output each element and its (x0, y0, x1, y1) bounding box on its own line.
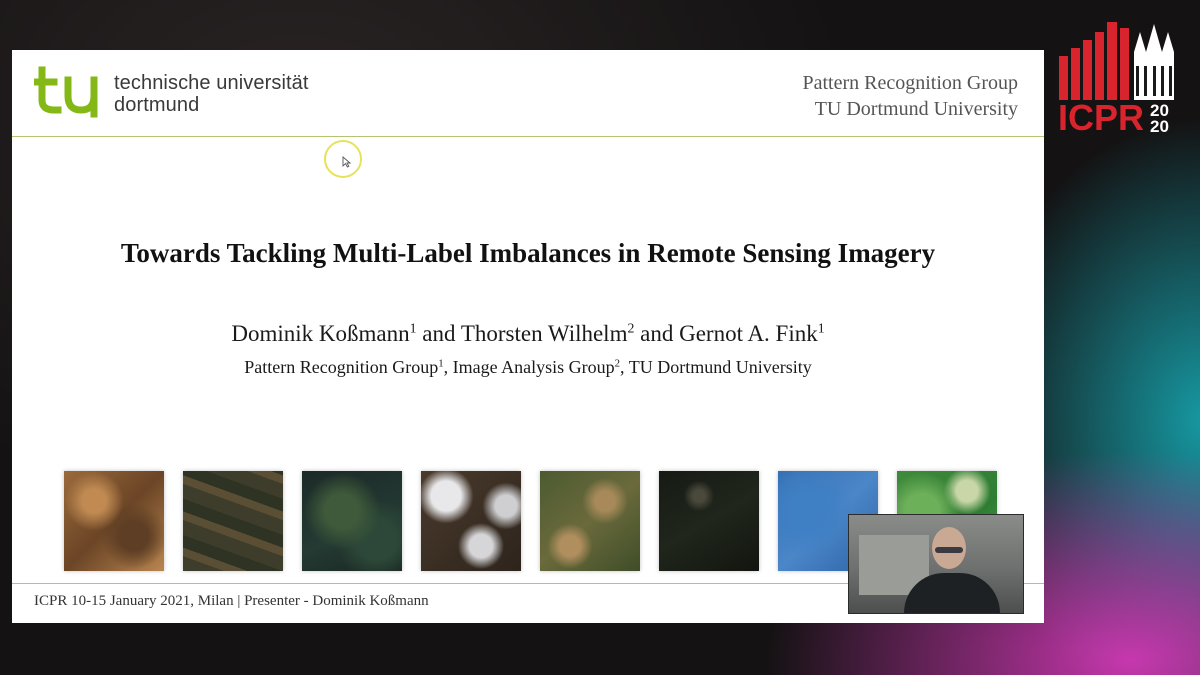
author-separator: and (416, 321, 461, 346)
author-separator: and (634, 321, 680, 346)
icpr-logo-text: ICPR (1058, 97, 1144, 136)
mouse-pointer-icon (342, 156, 351, 168)
author-affiliation-mark: 1 (817, 320, 825, 336)
affiliation-separator: , (620, 357, 629, 377)
satellite-image (64, 471, 164, 571)
satellite-image (302, 471, 402, 571)
author-name: Thorsten Wilhelm (460, 321, 628, 346)
header-divider (12, 136, 1044, 137)
slide-title: Towards Tackling Multi-Label Imbalances … (120, 238, 936, 268)
author-name: Gernot A. Fink (679, 321, 818, 346)
affiliation-name: Image Analysis Group (452, 357, 615, 377)
author-affiliation-mark: 1 (409, 320, 417, 336)
tu-dortmund-logo: technische universität dortmund (34, 66, 334, 122)
group-name: Pattern Recognition Group (802, 72, 1018, 94)
icpr-2020-logo-icon: ICPR 20 20 (1058, 22, 1174, 136)
tu-logo-mark-icon (34, 66, 98, 118)
icpr-logo-year-bottom: 20 (1150, 117, 1169, 136)
author-list: Dominik Koßmann1 and Thorsten Wilhelm2 a… (12, 321, 1044, 347)
satellite-image (659, 471, 759, 571)
affiliation-name: TU Dortmund University (628, 357, 812, 377)
author-name: Dominik Koßmann (231, 321, 410, 346)
logo-text-line2: dortmund (114, 94, 200, 116)
slide-footer: ICPR 10-15 January 2021, Milan | Present… (34, 593, 429, 609)
satellite-image (183, 471, 283, 571)
logo-text-line1: technische universität (114, 72, 309, 94)
satellite-image (540, 471, 640, 571)
group-info: Pattern Recognition Group TU Dortmund Un… (802, 70, 1018, 122)
affiliation-list: Pattern Recognition Group1, Image Analys… (12, 357, 1044, 378)
affiliation-separator: , (443, 357, 453, 377)
presenter-glasses (935, 547, 963, 553)
university-name: TU Dortmund University (814, 98, 1018, 120)
affiliation-name: Pattern Recognition Group (244, 357, 439, 377)
satellite-image (421, 471, 521, 571)
presenter-webcam (848, 514, 1024, 614)
